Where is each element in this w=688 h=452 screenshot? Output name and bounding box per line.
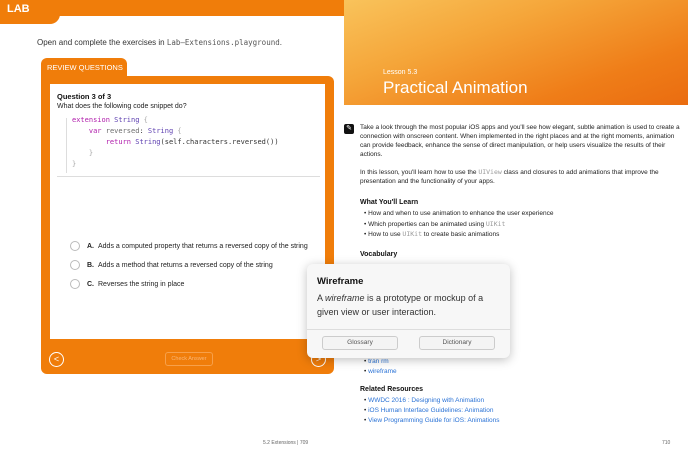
lesson-intro-paragraph: Take a look through the most popular iOS… — [360, 124, 680, 158]
code-keyword: extension — [72, 116, 110, 124]
lesson-banner: Lesson 5.3 Practical Animation — [344, 0, 688, 105]
popover-divider — [307, 329, 510, 330]
review-questions-panel: Question 3 of 3 What does the following … — [41, 76, 334, 374]
vocab-item-transform[interactable]: • tran rm — [364, 358, 389, 365]
chevron-left-icon: < — [53, 354, 60, 364]
lesson-title: Practical Animation — [383, 78, 528, 97]
question-number: Question 3 of 3 — [57, 92, 112, 101]
definition-prefix: A — [317, 293, 326, 303]
lab-intro-period: . — [279, 38, 282, 47]
review-questions-tab: REVIEW QUESTIONS — [41, 58, 127, 78]
dictionary-button[interactable]: Dictionary — [419, 336, 495, 350]
answer-letter: B. — [87, 261, 94, 269]
code-identifier: reversed — [101, 127, 140, 135]
answer-text: Adds a computed property that returns a … — [98, 242, 308, 250]
answer-letter: C. — [87, 280, 94, 288]
code-brace: } — [72, 160, 77, 168]
resource-link[interactable]: iOS Human Interface Guidelines: Animatio… — [368, 407, 493, 414]
code-type: String — [131, 138, 161, 146]
playground-filename: Lab–Extensions.playground — [166, 38, 280, 47]
answer-option-c[interactable]: C. Reverses the string in place — [70, 279, 184, 289]
previous-question-button[interactable]: < — [49, 352, 64, 367]
left-page-footer: 5.2 Extensions | 709 — [263, 440, 309, 446]
uikit-code: UIKit — [485, 220, 506, 228]
vocab-link-wireframe[interactable]: wireframe — [368, 368, 397, 375]
lesson-description: In this lesson, you'll learn how to use … — [360, 168, 685, 186]
code-keyword: return — [105, 138, 132, 146]
code-brace: { — [173, 127, 182, 135]
learn-item-text: How and when to use animation to enhance… — [368, 210, 554, 217]
right-page-footer: 710 — [662, 440, 671, 446]
code-expression: (self.characters.reversed()) — [160, 138, 279, 146]
code-gutter — [66, 118, 67, 173]
resource-item[interactable]: • WWDC 2016 : Designing with Animation — [364, 397, 484, 404]
popover-definition: A wireframe is a prototype or mockup of … — [317, 291, 502, 319]
learn-item-text: Which properties can be animated using — [368, 221, 486, 228]
related-resources-heading: Related Resources — [360, 386, 424, 393]
definition-term: wireframe — [325, 293, 365, 303]
uiview-code: UIView — [478, 168, 502, 176]
code-type: String — [114, 116, 140, 124]
question-card: Question 3 of 3 What does the following … — [50, 84, 325, 339]
vocab-item-wireframe[interactable]: • wireframe — [364, 368, 397, 375]
answer-text: Reverses the string in place — [98, 280, 185, 288]
resource-item[interactable]: • View Programming Guide for iOS: Animat… — [364, 417, 499, 424]
resource-link[interactable]: WWDC 2016 : Designing with Animation — [368, 397, 484, 404]
code-brace: } — [88, 149, 94, 157]
code-snippet: extension String { var reversed: String … — [72, 115, 322, 170]
learn-item: • Which properties can be animated using… — [364, 220, 506, 228]
answer-option-b[interactable]: B. Adds a method that returns a reversed… — [70, 260, 273, 270]
what-youll-learn-heading: What You'll Learn — [360, 199, 419, 206]
resource-item[interactable]: • iOS Human Interface Guidelines: Animat… — [364, 407, 493, 414]
radio-button[interactable] — [70, 260, 80, 270]
answer-letter: A. — [87, 242, 94, 250]
radio-button[interactable] — [70, 241, 80, 251]
answer-option-a[interactable]: A. Adds a computed property that returns… — [70, 241, 308, 251]
code-colon: : — [139, 127, 148, 135]
left-page: LAB Open and complete the exercises in L… — [0, 0, 344, 452]
learn-item-text-after: to create basic animations — [422, 231, 500, 238]
right-page: Lesson 5.3 Practical Animation ✎ Take a … — [344, 0, 688, 452]
lesson-description-text: In this lesson, you'll learn how to use … — [360, 169, 479, 176]
code-type: String — [147, 127, 174, 135]
check-answer-button[interactable]: Check Answer — [165, 352, 213, 366]
glossary-popover: Wireframe A wireframe is a prototype or … — [307, 264, 510, 358]
vocabulary-heading: Vocabulary — [360, 251, 398, 258]
code-brace: { — [139, 116, 148, 124]
learn-item: • How and when to use animation to enhan… — [364, 210, 554, 217]
pencil-icon[interactable]: ✎ — [344, 124, 354, 134]
answer-text: Adds a method that returns a reversed co… — [98, 261, 273, 269]
popover-title: Wireframe — [317, 276, 364, 287]
radio-button[interactable] — [70, 279, 80, 289]
lab-label: LAB — [0, 0, 60, 24]
lesson-number: Lesson 5.3 — [383, 69, 418, 76]
resource-link[interactable]: View Programming Guide for iOS: Animatio… — [368, 417, 499, 424]
code-keyword: var — [88, 127, 102, 135]
glossary-button[interactable]: Glossary — [322, 336, 398, 350]
lab-intro: Open and complete the exercises in Lab–E… — [37, 38, 282, 47]
lab-intro-text: Open and complete the exercises in — [37, 38, 167, 47]
question-text: What does the following code snippet do? — [57, 103, 187, 110]
vocab-link-transform[interactable]: tran rm — [368, 358, 389, 365]
learn-item: • How to use UIKit to create basic anima… — [364, 230, 500, 238]
code-divider — [57, 176, 320, 177]
learn-item-text: How to use — [368, 231, 403, 238]
uikit-code: UIKit — [402, 230, 422, 238]
